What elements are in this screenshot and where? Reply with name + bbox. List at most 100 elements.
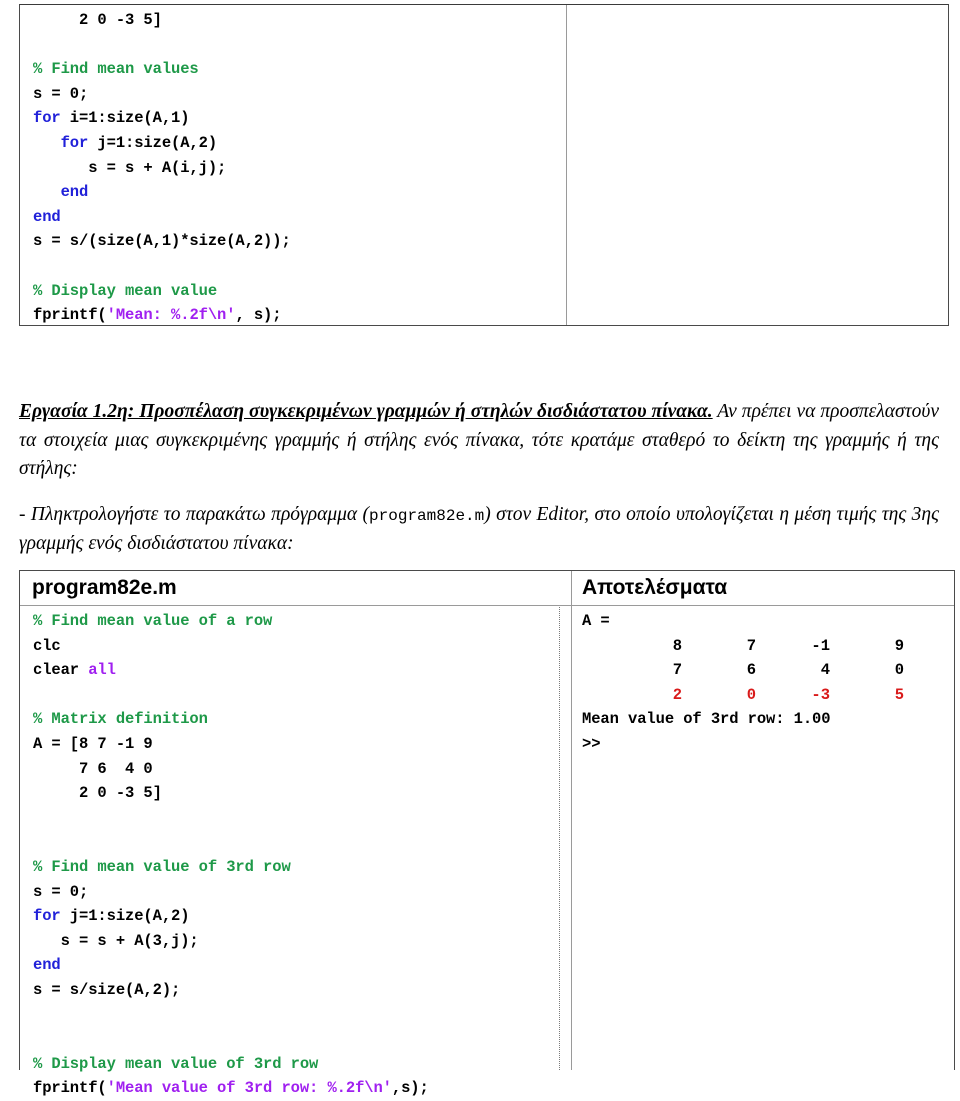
code-line: clear all	[33, 658, 553, 683]
code-line: 7 6 4 0	[33, 757, 553, 782]
matrix-cell: 4	[820, 661, 830, 680]
code-token: fprintf(	[33, 306, 107, 325]
program-filename-inline: program82e.m	[369, 506, 485, 525]
top-table-column-divider	[566, 5, 567, 325]
code-token: % Find mean values	[33, 60, 199, 79]
code-line: s = 0;	[33, 82, 553, 107]
code-token: s = s/size(A,2);	[33, 980, 181, 999]
matrix-cell: -1	[811, 636, 830, 655]
code-token: s = 0;	[33, 84, 89, 103]
results-matrix: 8 7 -1 9 7 6 4 0 2 0 -3 5	[582, 634, 904, 708]
table-dotted-divider	[559, 607, 561, 1070]
matrix-cell: 6	[746, 661, 756, 680]
code-line: end	[33, 205, 553, 230]
matrix-cell: -3	[811, 685, 830, 704]
code-token: j=1:size(A,2)	[60, 907, 190, 926]
code-line: for j=1:size(A,2)	[33, 131, 553, 156]
code-line: % Find mean value of 3rd row	[33, 855, 553, 880]
code-token: clc	[33, 636, 61, 655]
code-line: clc	[33, 634, 553, 659]
program-results-table: program82e.m Αποτελέσματα % Find mean va…	[19, 570, 955, 1097]
code-token: clear	[33, 661, 89, 680]
code-line: A = [8 7 -1 9	[33, 732, 553, 757]
matrix-cell: 7	[746, 636, 756, 655]
matrix-cell: 8	[672, 636, 682, 655]
code-token: j=1:size(A,2)	[88, 133, 218, 152]
table-header-results: Αποτελέσματα	[582, 576, 728, 599]
matrix-row: 7 6 4 0	[582, 658, 904, 683]
matrix-cell: 5	[894, 685, 904, 704]
code-token: % Find mean value of 3rd row	[33, 857, 291, 876]
matrix-cell: 2	[672, 685, 682, 704]
code-line: s = s + A(3,j);	[33, 929, 553, 954]
code-token: 2 0 -3 5]	[79, 11, 162, 29]
results-output: A = 8 7 -1 9 7 6 4 0 2 0 -3 5 Mean value of 3rd r…	[582, 609, 952, 757]
code-line: end	[33, 953, 553, 978]
code-token: s = 0;	[33, 882, 89, 901]
code-token: for	[33, 907, 61, 926]
code-line: 2 0 -3 5]	[33, 781, 553, 806]
table-column-divider	[571, 571, 572, 1070]
code-token: s = s/(size(A,1)*size(A,2));	[33, 232, 291, 251]
code-line: fprintf('Mean: %.2f\n', s);	[33, 303, 553, 328]
matrix-row: 2 0 -3 5	[582, 683, 904, 708]
code-token: s = s + A(3,j);	[60, 931, 199, 950]
code-line: s = s/(size(A,1)*size(A,2));	[33, 229, 553, 254]
code-token: 'Mean: %.2f\n'	[106, 306, 236, 325]
matrix-cell: 9	[894, 636, 904, 655]
code-token: A = [8 7 -1 9	[33, 734, 153, 753]
program-code-listing: % Find mean value of a row clc clear all %…	[33, 609, 553, 1101]
code-token: , s);	[235, 306, 282, 325]
code-token: 7 6 4 0	[79, 759, 153, 778]
top-code-table: 2 0 -3 5] % Find mean values s = 0; for i=…	[19, 4, 949, 326]
code-token: % Display mean value	[33, 281, 218, 300]
matrix-cell: 7	[672, 661, 682, 680]
matrix-indent	[582, 634, 608, 659]
code-line: % Find mean value of a row	[33, 609, 553, 634]
code-line: s = 0;	[33, 880, 553, 905]
code-token: i=1:size(A,1)	[60, 109, 190, 128]
code-token: ,s);	[391, 1079, 429, 1098]
results-variable-line: A =	[582, 612, 610, 630]
exercise-heading: Εργασία 1.2η: Προσπέλαση συγκεκριμένων γ…	[19, 401, 713, 422]
table-header-program: program82e.m	[32, 576, 177, 599]
code-token: end	[60, 183, 89, 202]
top-code-listing: 2 0 -3 5] % Find mean values s = 0; for i=…	[33, 8, 553, 328]
results-prompt: >>	[582, 734, 601, 753]
code-line: % Display mean value of 3rd row	[33, 1052, 553, 1077]
code-line: for i=1:size(A,1)	[33, 106, 553, 131]
code-line: s = s/size(A,2);	[33, 978, 553, 1003]
code-token: for	[33, 109, 61, 128]
matrix-cell: 0	[894, 661, 904, 680]
matrix-row: 8 7 -1 9	[582, 634, 904, 659]
code-token: fprintf(	[33, 1079, 107, 1098]
exercise-paragraph-2-prefix: - Πληκτρολογήστε το παρακάτω πρόγραμμα (	[19, 503, 370, 525]
results-mean-line: Mean value of 3rd row: 1.00	[582, 710, 831, 729]
code-line: for j=1:size(A,2)	[33, 904, 553, 929]
exercise-paragraph-1: Εργασία 1.2η: Προσπέλαση συγκεκριμένων γ…	[19, 398, 939, 484]
code-line: fprintf('Mean value of 3rd row: %.2f\n',…	[33, 1076, 553, 1101]
matrix-indent	[582, 658, 608, 683]
code-token: 'Mean value of 3rd row: %.2f\n'	[106, 1079, 392, 1098]
code-token: s = s + A(i,j);	[88, 158, 227, 177]
code-token: all	[88, 661, 116, 680]
exercise-paragraph-2: - Πληκτρολογήστε το παρακάτω πρόγραμμα (…	[19, 501, 939, 559]
code-line: s = s + A(i,j);	[33, 156, 553, 181]
exercise-prose: Εργασία 1.2η: Προσπέλαση συγκεκριμένων γ…	[19, 398, 939, 559]
code-token: end	[33, 207, 61, 226]
code-line: end	[33, 180, 553, 205]
code-token: for	[60, 133, 89, 152]
code-line: 2 0 -3 5]	[33, 8, 553, 33]
matrix-indent	[582, 683, 608, 708]
code-token: % Matrix definition	[33, 710, 208, 729]
code-token: end	[33, 956, 61, 975]
code-line: % Find mean values	[33, 57, 553, 82]
code-token: 2 0 -3 5]	[79, 784, 162, 803]
